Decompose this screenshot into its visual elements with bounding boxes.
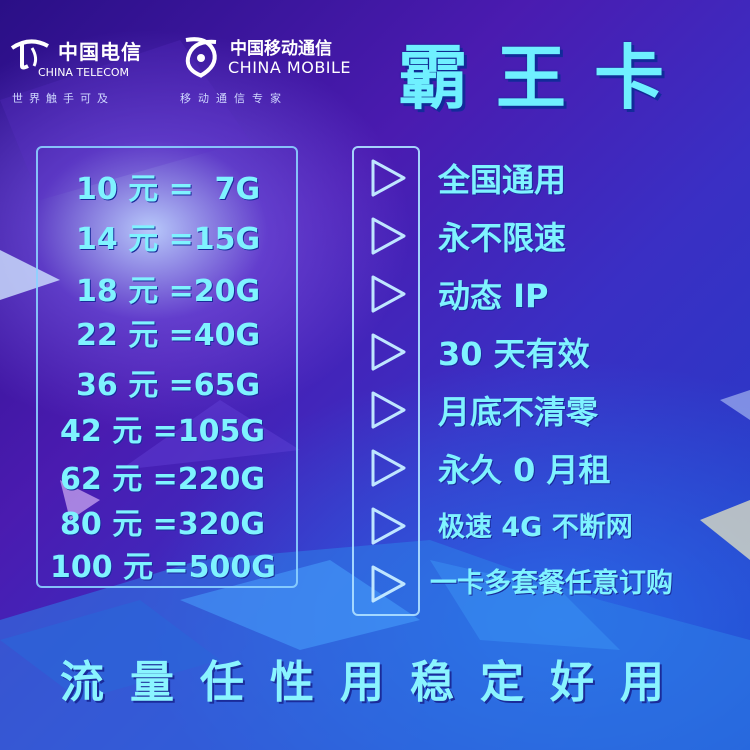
price-row: 62 元 =220G [60,460,322,500]
feature-item: 永不限速 [438,219,567,257]
price-row: 22 元 =40G [76,316,338,356]
price-row: 100 元 =500G [50,548,312,588]
telecom-name-cn: 中国电信 [58,40,142,64]
plan-price: 22 元 = [76,318,194,353]
price-row: 42 元 =105G [60,412,322,452]
plan-price: 14 元 = [76,222,194,257]
plan-data: 220G [177,462,266,497]
feature-item: 月底不清零 [438,393,599,431]
feature-item: 30 天有效 [438,335,590,373]
poster-title: 霸王卡 [398,36,692,119]
feature-item: 动态 IP [438,277,549,315]
plan-data: 20G [193,274,261,309]
play-triangle-outline-icon [371,217,406,255]
feature-item: 极速 4G 不断网 [438,512,633,543]
price-row: 80 元 =320G [60,505,322,545]
bottom-slogan: 流量任性用稳定好用 [60,657,690,708]
play-triangle-outline-icon [371,333,406,371]
mobile-name-en: CHINA MOBILE [228,58,352,77]
price-row: 36 元 =65G [76,366,338,406]
plan-data: 320G [177,507,266,542]
mobile-knot-icon [185,37,217,78]
poster: 中国电信 CHINA TELECOM 世界触手可及 中国移动通信 CHINA M… [0,0,750,750]
china-telecom-logo: 中国电信 CHINA TELECOM 世界触手可及 [8,32,168,108]
plan-price: 80 元 = [60,507,178,542]
mobile-name-cn: 中国移动通信 [230,39,332,59]
plan-price: 62 元 = [60,462,178,497]
plan-data: 7G [214,172,261,207]
plan-price: 42 元 = [60,414,178,449]
feature-item: 永久 0 月租 [438,451,611,489]
play-triangle-outline-icon [371,507,406,545]
play-triangle-outline-icon [371,565,406,603]
plan-data: 40G [193,318,261,353]
play-triangle-outline-icon [371,391,406,429]
play-triangle-outline-icon [371,159,406,197]
plan-price: 10 元 = [76,172,194,207]
china-mobile-logo: 中国移动通信 CHINA MOBILE 移动通信专家 [178,30,353,110]
plan-price: 100 元 = [50,550,189,585]
plan-data: 500G [188,550,276,585]
price-row: 18 元 =20G [76,272,338,312]
feature-item: 全国通用 [438,161,567,199]
plan-data: 15G [193,222,261,257]
play-triangle-outline-icon [371,275,406,313]
price-row: 14 元 =15G [76,220,338,260]
feature-arrow-column [352,146,420,616]
plan-data: 105G [177,414,266,449]
telecom-name-en: CHINA TELECOM [38,66,130,79]
plan-data: 65G [193,368,261,403]
play-triangle-outline-icon [371,449,406,487]
price-row: 10 元 = 7G [76,170,338,210]
feature-item: 一卡多套餐任意订购 [430,568,673,599]
telecom-slogan: 世界触手可及 [12,92,114,105]
telecom-wave-icon [10,39,49,70]
plan-price: 36 元 = [76,368,194,403]
mobile-slogan: 移动通信专家 [180,92,288,105]
plan-price: 18 元 = [76,274,194,309]
